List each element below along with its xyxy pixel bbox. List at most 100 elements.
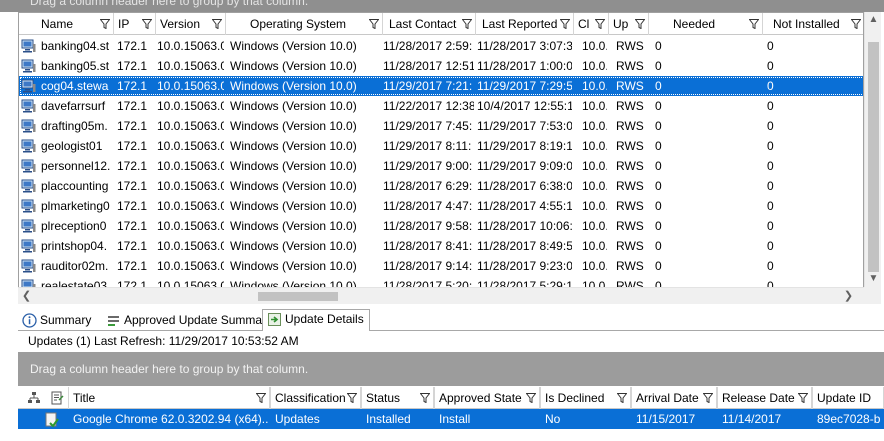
filter-icon[interactable] — [420, 393, 430, 403]
tab-summary[interactable]: Summary — [18, 311, 104, 331]
cell-last-reported: 11/28/2017 3:07:3 — [477, 39, 572, 53]
cell-last-reported: 11/29/2017 7:53:0 — [477, 119, 572, 133]
table-row[interactable]: geologist01 172.1 10.0.15063.0 Windows (Ver… — [19, 136, 863, 156]
column-header-up[interactable]: Up — [609, 13, 649, 35]
filter-icon[interactable] — [347, 393, 357, 403]
filter-icon[interactable] — [798, 393, 808, 403]
filter-icon[interactable] — [617, 393, 627, 403]
cell-last-reported: 11/28/2017 4:55:1 — [477, 199, 572, 213]
column-header-needed[interactable]: Needed — [649, 13, 763, 35]
cell-up: RWS — [616, 239, 644, 253]
column-header-ip[interactable]: IP — [114, 13, 156, 35]
table-row[interactable]: Google Chrome 62.0.3202.94 (x64)... Updat… — [18, 409, 884, 429]
filter-icon[interactable] — [635, 19, 645, 29]
table-row[interactable]: printshop04. 172.1 10.0.15063.0 Windows (Ve… — [19, 236, 863, 256]
table-row[interactable]: drafting05m. 172.1 10.0.15063.0 Windows (Ve… — [19, 116, 863, 136]
tab-approved-update-summary[interactable]: Approved Update Summary — [102, 311, 280, 331]
filter-icon[interactable] — [212, 19, 222, 29]
cell-ip: 172.1 — [117, 139, 148, 153]
bottom-group-hint: Drag a column header here to group by th… — [30, 362, 309, 376]
column-header-approved-state[interactable]: Approved State — [434, 387, 540, 409]
column-header-last-reported[interactable]: Last Reported — [476, 13, 574, 35]
table-row[interactable]: banking05.st 172.1 10.0.15063.0 Windows (Ve… — [19, 56, 863, 76]
column-header-last-contact[interactable]: Last Contact — [383, 13, 476, 35]
table-row[interactable]: placcounting 172.1 10.0.15063.0 Windows (Ve… — [19, 176, 863, 196]
column-header-status[interactable]: Status — [361, 387, 434, 409]
column-header-classification[interactable]: Classification — [270, 387, 361, 409]
column-header-label: Release Date — [722, 391, 795, 405]
column-header-name[interactable]: Name — [19, 13, 114, 35]
vertical-scrollbar[interactable]: ▲ ▼ — [864, 12, 881, 287]
cell-not-installed: 0 — [767, 79, 774, 93]
details-tab-strip: Summary Approved Update Summary Update D… — [18, 309, 884, 332]
table-row[interactable]: personnel12. 172.1 10.0.15063.0 Windows (Ve… — [19, 156, 863, 176]
filter-icon[interactable] — [560, 19, 570, 29]
cell-operating-system: Windows (Version 10.0) — [230, 239, 357, 253]
column-header-label: Title — [73, 391, 96, 405]
filter-icon[interactable] — [526, 393, 536, 403]
scroll-left-arrow-icon[interactable]: ❮ — [18, 288, 35, 305]
filter-icon[interactable] — [851, 19, 861, 29]
filter-icon[interactable] — [749, 19, 759, 29]
column-header-version[interactable]: Version — [156, 13, 226, 35]
cell-last-contact: 11/28/2017 4:47: — [383, 199, 473, 213]
cell-needed: 0 — [655, 159, 662, 173]
top-group-by-bar[interactable]: Drag a column header here to group by th… — [0, 0, 884, 12]
cell-version: 10.0.15063.0 — [157, 59, 224, 73]
table-row[interactable]: plreception0 172.1 10.0.15063.0 Windows (Ve… — [19, 216, 863, 236]
filter-icon[interactable] — [595, 19, 605, 29]
table-row[interactable]: rauditor02m. 172.1 10.0.15063.0 Windows (Ve… — [19, 256, 863, 276]
filter-icon[interactable] — [703, 393, 713, 403]
column-header-operating-system[interactable]: Operating System — [226, 13, 383, 35]
scroll-up-arrow-icon[interactable]: ▲ — [865, 12, 882, 28]
cell-name: rauditor02m. — [41, 259, 109, 273]
filter-icon[interactable] — [369, 19, 379, 29]
cell-needed: 0 — [655, 259, 662, 273]
filter-icon[interactable] — [142, 19, 152, 29]
filter-icon[interactable] — [256, 393, 266, 403]
cell-update-id: 89ec7028-b — [817, 412, 881, 426]
horizontal-scrollbar[interactable]: ❮ ❯ — [18, 287, 864, 304]
table-row[interactable]: cog04.stewa 172.1 10.0.15063.0 Windows (Ver… — [19, 76, 863, 96]
cell-ip: 172.1 — [117, 79, 148, 93]
scroll-right-arrow-icon[interactable]: ❯ — [840, 288, 857, 305]
hierarchy-icon[interactable] — [27, 391, 41, 405]
cell-operating-system: Windows (Version 10.0) — [230, 79, 357, 93]
column-header-is-declined[interactable]: Is Declined — [540, 387, 631, 409]
column-header-update-id[interactable]: Update ID — [812, 387, 884, 409]
info-icon — [22, 313, 37, 328]
cell-not-installed: 0 — [767, 119, 774, 133]
column-header-not-installed[interactable]: Not Installed — [763, 13, 863, 35]
cell-last-reported: 11/28/2017 9:23:0 — [477, 259, 572, 273]
cell-cl: 10.0. — [582, 139, 607, 153]
cell-last-contact: 11/29/2017 9:00: — [383, 159, 473, 173]
update-installed-icon — [45, 412, 59, 428]
scroll-down-arrow-icon[interactable]: ▼ — [865, 271, 882, 287]
table-row[interactable]: davefarrsurf 172.1 10.0.15063.0 Windows (Ve… — [19, 96, 863, 116]
column-header-cl[interactable]: Cl — [574, 13, 609, 35]
cell-name: banking04.st — [41, 39, 110, 53]
cell-cl: 10.0. — [582, 59, 607, 73]
filter-icon[interactable] — [100, 19, 110, 29]
table-row[interactable]: banking04.st 172.1 10.0.15063.0 Windows (Ve… — [19, 36, 863, 56]
filter-icon[interactable] — [462, 19, 472, 29]
cell-up: RWS — [616, 79, 644, 93]
column-header-title[interactable]: Title — [68, 387, 270, 409]
cell-not-installed: 0 — [767, 99, 774, 113]
column-header-label: Classification — [275, 391, 346, 405]
bottom-group-by-bar[interactable]: Drag a column header here to group by th… — [18, 352, 884, 386]
cell-operating-system: Windows (Version 10.0) — [230, 259, 357, 273]
cell-cl: 10.0. — [582, 119, 607, 133]
column-header-release-date[interactable]: Release Date — [717, 387, 812, 409]
cell-version: 10.0.15063.0 — [157, 159, 224, 173]
notes-icon[interactable] — [50, 391, 64, 405]
tab-update-details[interactable]: Update Details — [262, 309, 370, 332]
horizontal-scroll-thumb[interactable] — [258, 292, 338, 301]
column-header-arrival-date[interactable]: Arrival Date — [631, 387, 717, 409]
cell-operating-system: Windows (Version 10.0) — [230, 39, 357, 53]
column-header-label: Up — [613, 17, 629, 31]
table-row[interactable]: plmarketing0 172.1 10.0.15063.0 Windows (Ve… — [19, 196, 863, 216]
cell-approved-state: Install — [439, 412, 471, 426]
cell-ip: 172.1 — [117, 239, 148, 253]
vertical-scroll-thumb[interactable] — [868, 42, 879, 272]
